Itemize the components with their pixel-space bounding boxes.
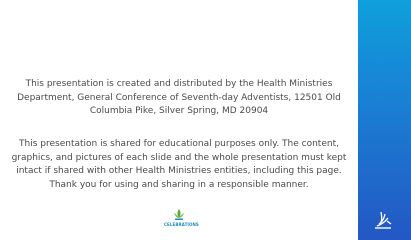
slide: This presentation is created and distrib… bbox=[0, 0, 411, 240]
side-color-band bbox=[358, 0, 411, 240]
usage-notice: This presentation is shared for educatio… bbox=[11, 139, 347, 190]
notice-area: This presentation is created and distrib… bbox=[0, 0, 358, 240]
adventist-flame-logo-icon bbox=[375, 211, 392, 229]
celebrations-wordmark: CELEBRATIONS bbox=[164, 222, 199, 227]
celebrations-leaf-icon bbox=[174, 209, 184, 220]
celebrations-logo: CELEBRATIONS bbox=[164, 208, 199, 232]
distribution-notice: This presentation is created and distrib… bbox=[17, 79, 341, 116]
